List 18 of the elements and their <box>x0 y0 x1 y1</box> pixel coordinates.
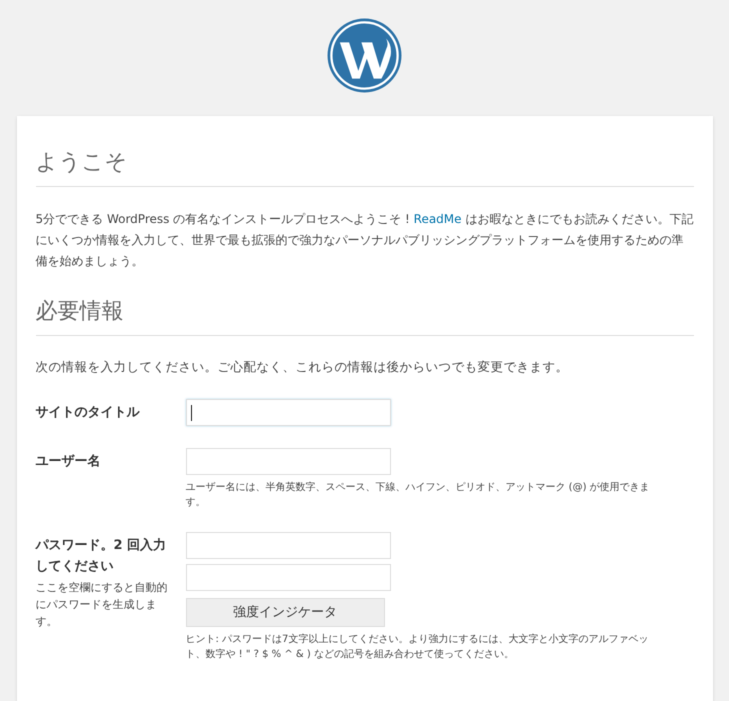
section-heading: ようこそ <box>36 146 694 187</box>
readme-link[interactable]: ReadMe <box>414 212 462 226</box>
section-heading: 必要情報 <box>36 295 694 336</box>
help-text: ユーザー名には、半角英数字、スペース、下線、ハイフン、ピリオド、アットマーク (@) が使用できます。 <box>186 480 651 510</box>
input-field[interactable] <box>186 532 390 559</box>
help-text: ヒント: パスワードは7文字以上にしてください。より強力にするには、大文字と小文字のアルファベット、数字や ! " ? $ % ^ & ) などの記号を組み合わせて使ってください。 <box>186 632 650 662</box>
description-text: 次の情報を入力してください。ご心配なく、これらの情報は後からいつでも変更できます。 <box>36 358 570 376</box>
field-label: ユーザー名 <box>36 453 102 471</box>
text-cursor <box>190 404 192 420</box>
intro-paragraph: 5分でできる WordPress の有名なインストールプロセスへようこそ ! ReadMe はお暇なときにでもお読みください。下記にいくつか情報を入力して、世界で最も拡張的で強力なパーソナルパブリッシングプラットフォームを使用するための準備を始めましょう。 <box>36 211 694 270</box>
field-note: ここを空欄にすると自動的にパスワードを生成します。 <box>36 580 168 630</box>
strength-meter: 強度インジケータ <box>186 598 384 627</box>
input-field[interactable] <box>186 564 390 591</box>
field-label: パスワード。2 回入力してください <box>36 536 168 576</box>
logo-icon <box>326 17 403 94</box>
field-label: サイトのタイトル <box>36 404 141 422</box>
input-field[interactable] <box>186 399 390 426</box>
input-field[interactable] <box>186 448 390 475</box>
